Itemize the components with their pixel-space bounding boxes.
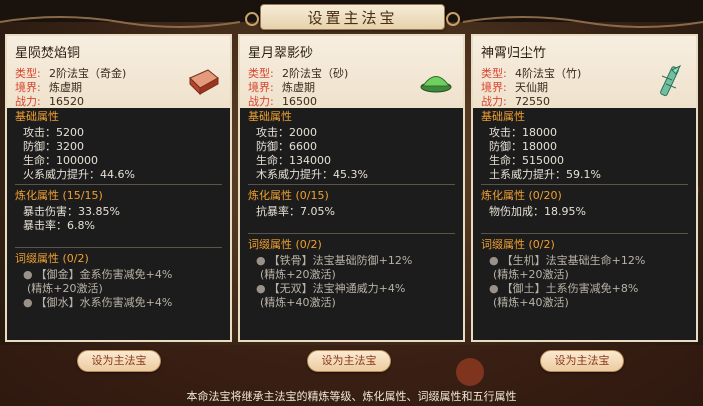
power-label: 战力: — [15, 95, 41, 108]
bullet-icon: ● — [23, 296, 33, 309]
base-attr-line: 攻击：2000 — [256, 126, 317, 139]
affix-line: 【御金】金系伤害减免+4% — [35, 268, 173, 281]
page-title: 设置主法宝 — [245, 4, 460, 30]
card-header: 星陨焚焰铜 类型: 2阶法宝（奇金) 境界: 炼虚期 战力: 16520 — [7, 36, 230, 108]
realm-label: 境界: — [15, 81, 41, 94]
realm-value: 炼虚期 — [282, 81, 315, 94]
refine-attr-title: 炼化属性 (15/15) — [15, 189, 103, 202]
base-attr-title: 基础属性 — [248, 110, 292, 123]
bullet-icon: ● — [489, 282, 499, 295]
affix-activation: (精炼+40激活) — [260, 296, 336, 309]
refine-attr-title: 炼化属性 (0/15) — [248, 189, 329, 202]
power-value: 16520 — [49, 95, 84, 108]
base-attr-line: 土系威力提升：59.1% — [489, 168, 601, 181]
bullet-icon: ● — [256, 282, 266, 295]
power-value: 72550 — [515, 95, 550, 108]
divider — [15, 184, 222, 185]
type-value: 2阶法宝（砂) — [282, 67, 349, 80]
refine-attr-line: 抗暴率：7.05% — [256, 205, 335, 218]
type-label: 类型: — [15, 67, 41, 80]
bullet-icon: ● — [23, 268, 33, 281]
base-attr-line: 防御：18000 — [489, 140, 557, 153]
bullet-icon: ● — [489, 254, 499, 267]
base-attr-line: 攻击：5200 — [23, 126, 84, 139]
divider — [248, 233, 455, 234]
realm-label: 境界: — [481, 81, 507, 94]
treasure-card-3[interactable]: 神霄归尘竹 类型: 4阶法宝（竹) 境界: 天仙期 战力: 72550 基础属性 攻击… — [471, 34, 698, 342]
affix-line: 【御土】土系伤害减免+8% — [501, 282, 639, 295]
affix-activation: (精炼+20激活) — [260, 268, 336, 281]
affix-attr-title: 词缀属性 (0/2) — [15, 252, 89, 265]
refine-attr-line: 物伤加成：18.95% — [489, 205, 586, 218]
card-header: 星月翠影砂 类型: 2阶法宝（砂) 境界: 炼虚期 战力: 16500 — [240, 36, 463, 108]
type-label: 类型: — [481, 67, 507, 80]
base-attr-line: 防御：6600 — [256, 140, 317, 153]
affix-attr-title: 词缀属性 (0/2) — [248, 238, 322, 251]
refine-attr-title: 炼化属性 (0/20) — [481, 189, 562, 202]
base-attr-line: 生命：134000 — [256, 154, 331, 167]
bamboo-icon — [652, 64, 686, 98]
base-attr-line: 攻击：18000 — [489, 126, 557, 139]
divider — [481, 233, 688, 234]
divider — [481, 184, 688, 185]
copper-ingot-icon — [186, 64, 220, 98]
type-value: 2阶法宝（奇金) — [49, 67, 127, 80]
bullet-icon: ● — [256, 254, 266, 267]
footer-hint: 本命法宝将继承主法宝的精炼等级、炼化属性、词缀属性和五行属性 — [186, 390, 517, 403]
affix-activation: (精炼+20激活) — [493, 268, 569, 281]
affix-attr-title: 词缀属性 (0/2) — [481, 238, 555, 251]
base-attr-line: 防御：3200 — [23, 140, 84, 153]
affix-line: 【铁骨】法宝基础防御+12% — [268, 254, 413, 267]
base-attr-title: 基础属性 — [481, 110, 525, 123]
base-attr-line: 木系威力提升：45.3% — [256, 168, 368, 181]
type-value: 4阶法宝（竹) — [515, 67, 582, 80]
base-attr-line: 火系威力提升：44.6% — [23, 168, 135, 181]
affix-line: 【生机】法宝基础生命+12% — [501, 254, 646, 267]
realm-value: 炼虚期 — [49, 81, 82, 94]
type-label: 类型: — [248, 67, 274, 80]
affix-activation: (精炼+20激活) — [27, 282, 103, 295]
divider — [248, 184, 455, 185]
treasure-name: 神霄归尘竹 — [481, 46, 547, 61]
refine-attr-line: 暴击率：6.8% — [23, 219, 95, 232]
set-main-treasure-button-2[interactable]: 设为主法宝 — [307, 350, 391, 372]
affix-line: 【御水】水系伤害减免+4% — [35, 296, 173, 309]
divider — [15, 247, 222, 248]
base-attr-title: 基础属性 — [15, 110, 59, 123]
affix-line: 【无双】法宝神通威力+4% — [268, 282, 406, 295]
set-main-treasure-button-3[interactable]: 设为主法宝 — [540, 350, 624, 372]
power-value: 16500 — [282, 95, 317, 108]
treasure-card-2[interactable]: 星月翠影砂 类型: 2阶法宝（砂) 境界: 炼虚期 战力: 16500 基础属性 攻击… — [238, 34, 465, 342]
card-header: 神霄归尘竹 类型: 4阶法宝（竹) 境界: 天仙期 战力: 72550 — [473, 36, 696, 108]
base-attr-line: 生命：515000 — [489, 154, 564, 167]
treasure-card-1[interactable]: 星陨焚焰铜 类型: 2阶法宝（奇金) 境界: 炼虚期 战力: 16520 基础属性 攻… — [5, 34, 232, 342]
power-label: 战力: — [481, 95, 507, 108]
power-label: 战力: — [248, 95, 274, 108]
treasure-name: 星陨焚焰铜 — [15, 46, 81, 61]
set-main-treasure-button-1[interactable]: 设为主法宝 — [77, 350, 161, 372]
refine-attr-line: 暴击伤害：33.85% — [23, 205, 120, 218]
base-attr-line: 生命：100000 — [23, 154, 98, 167]
realm-label: 境界: — [248, 81, 274, 94]
affix-activation: (精炼+40激活) — [493, 296, 569, 309]
realm-value: 天仙期 — [515, 81, 548, 94]
treasure-name: 星月翠影砂 — [248, 46, 314, 61]
green-sand-icon — [419, 64, 453, 98]
